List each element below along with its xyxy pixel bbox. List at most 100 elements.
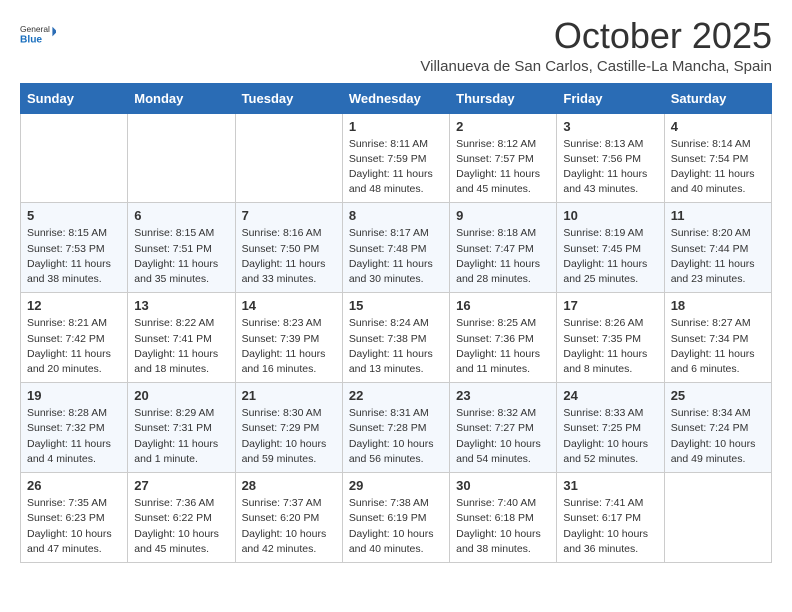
day-cell-2: 2 Sunrise: 8:12 AM Sunset: 7:57 PM Daylig… (450, 113, 557, 203)
day-info: Sunrise: 8:18 AM Sunset: 7:47 PM Dayligh… (456, 226, 550, 287)
empty-cell (235, 113, 342, 203)
day-info: Sunrise: 8:15 AM Sunset: 7:51 PM Dayligh… (134, 226, 228, 287)
day-cell-13: 13Sunrise: 8:22 AM Sunset: 7:41 PM Dayli… (128, 293, 235, 383)
day-info: Sunrise: 8:15 AM Sunset: 7:53 PM Dayligh… (27, 226, 121, 287)
day-cell-15: 15 Sunrise: 8:24 AM Sunset: 7:38 PM Dayli… (342, 293, 449, 383)
week-row-2: 5 Sunrise: 8:15 AM Sunset: 7:53 PM Daylig… (21, 203, 772, 293)
day-info: Sunrise: 8:27 AM Sunset: 7:34 PM Dayligh… (671, 316, 765, 377)
day-info: Sunrise: 8:34 AM Sunset: 7:24 PM Dayligh… (671, 406, 765, 467)
day-info: Sunrise: 8:29 AM Sunset: 7:31 PM Dayligh… (134, 406, 228, 467)
day-number: 28 (242, 478, 336, 493)
day-cell-31: 31 Sunrise: 7:41 AM Sunset: 6:17 PM Dayli… (557, 473, 664, 563)
day-info: Sunrise: 7:37 AM Sunset: 6:20 PM Dayligh… (242, 496, 336, 557)
day-number: 10 (563, 208, 657, 223)
week-row-5: 26 Sunrise: 7:35 AM Sunset: 6:23 PM Dayli… (21, 473, 772, 563)
day-number: 13 (134, 298, 228, 313)
day-number: 12 (27, 298, 121, 313)
day-info: Sunrise: 8:11 AM Sunset: 7:59 PM Dayligh… (349, 137, 443, 198)
day-number: 14 (242, 298, 336, 313)
day-info: Sunrise: 8:33 AM Sunset: 7:25 PM Dayligh… (563, 406, 657, 467)
day-number: 5 (27, 208, 121, 223)
day-cell-28: 28 Sunrise: 7:37 AM Sunset: 6:20 PM Dayli… (235, 473, 342, 563)
day-cell-12: 12 Sunrise: 8:21 AM Sunset: 7:42 PM Dayli… (21, 293, 128, 383)
day-number: 7 (242, 208, 336, 223)
day-number: 30 (456, 478, 550, 493)
day-number: 19 (27, 388, 121, 403)
day-cell-1: 1 Sunrise: 8:11 AM Sunset: 7:59 PM Daylig… (342, 113, 449, 203)
day-info: Sunrise: 8:19 AM Sunset: 7:45 PM Dayligh… (563, 226, 657, 287)
day-info: Sunrise: 8:14 AM Sunset: 7:54 PM Dayligh… (671, 137, 765, 198)
day-info: Sunrise: 8:26 AM Sunset: 7:35 PM Dayligh… (563, 316, 657, 377)
weekday-header-wednesday: Wednesday (342, 83, 449, 113)
day-cell-23: 23Sunrise: 8:32 AM Sunset: 7:27 PM Dayli… (450, 383, 557, 473)
day-info: Sunrise: 8:28 AM Sunset: 7:32 PM Dayligh… (27, 406, 121, 467)
day-number: 22 (349, 388, 443, 403)
day-info: Sunrise: 8:32 AM Sunset: 7:27 PM Dayligh… (456, 406, 550, 467)
location: Villanueva de San Carlos, Castille-La Ma… (420, 58, 772, 75)
day-cell-22: 22 Sunrise: 8:31 AM Sunset: 7:28 PM Dayli… (342, 383, 449, 473)
svg-text:General: General (20, 24, 50, 34)
day-info: Sunrise: 8:12 AM Sunset: 7:57 PM Dayligh… (456, 137, 550, 198)
day-info: Sunrise: 8:23 AM Sunset: 7:39 PM Dayligh… (242, 316, 336, 377)
day-cell-17: 17Sunrise: 8:26 AM Sunset: 7:35 PM Dayli… (557, 293, 664, 383)
day-cell-11: 11Sunrise: 8:20 AM Sunset: 7:44 PM Dayli… (664, 203, 771, 293)
day-info: Sunrise: 7:35 AM Sunset: 6:23 PM Dayligh… (27, 496, 121, 557)
day-cell-5: 5 Sunrise: 8:15 AM Sunset: 7:53 PM Daylig… (21, 203, 128, 293)
day-number: 18 (671, 298, 765, 313)
day-info: Sunrise: 8:21 AM Sunset: 7:42 PM Dayligh… (27, 316, 121, 377)
day-number: 11 (671, 208, 765, 223)
day-info: Sunrise: 7:36 AM Sunset: 6:22 PM Dayligh… (134, 496, 228, 557)
day-info: Sunrise: 7:41 AM Sunset: 6:17 PM Dayligh… (563, 496, 657, 557)
day-number: 27 (134, 478, 228, 493)
svg-text:Blue: Blue (20, 34, 42, 45)
day-cell-19: 19 Sunrise: 8:28 AM Sunset: 7:32 PM Dayli… (21, 383, 128, 473)
day-number: 31 (563, 478, 657, 493)
header: General Blue October 2025 Villanueva de … (20, 16, 772, 75)
day-info: Sunrise: 8:24 AM Sunset: 7:38 PM Dayligh… (349, 316, 443, 377)
day-number: 24 (563, 388, 657, 403)
logo-svg: General Blue (20, 16, 56, 52)
day-cell-21: 21Sunrise: 8:30 AM Sunset: 7:29 PM Dayli… (235, 383, 342, 473)
month-title: October 2025 (420, 16, 772, 56)
day-number: 15 (349, 298, 443, 313)
day-cell-18: 18 Sunrise: 8:27 AM Sunset: 7:34 PM Dayli… (664, 293, 771, 383)
day-info: Sunrise: 8:16 AM Sunset: 7:50 PM Dayligh… (242, 226, 336, 287)
day-number: 25 (671, 388, 765, 403)
day-info: Sunrise: 8:31 AM Sunset: 7:28 PM Dayligh… (349, 406, 443, 467)
page: General Blue October 2025 Villanueva de … (0, 0, 792, 579)
empty-cell (21, 113, 128, 203)
day-cell-10: 10 Sunrise: 8:19 AM Sunset: 7:45 PM Dayli… (557, 203, 664, 293)
weekday-header-thursday: Thursday (450, 83, 557, 113)
day-cell-20: 20Sunrise: 8:29 AM Sunset: 7:31 PM Dayli… (128, 383, 235, 473)
calendar-table: SundayMondayTuesdayWednesdayThursdayFrid… (20, 83, 772, 563)
day-number: 3 (563, 119, 657, 134)
empty-cell (664, 473, 771, 563)
day-number: 26 (27, 478, 121, 493)
empty-cell (128, 113, 235, 203)
day-info: Sunrise: 7:38 AM Sunset: 6:19 PM Dayligh… (349, 496, 443, 557)
day-number: 1 (349, 119, 443, 134)
day-number: 29 (349, 478, 443, 493)
day-cell-24: 24 Sunrise: 8:33 AM Sunset: 7:25 PM Dayli… (557, 383, 664, 473)
day-cell-3: 3 Sunrise: 8:13 AM Sunset: 7:56 PM Daylig… (557, 113, 664, 203)
day-number: 9 (456, 208, 550, 223)
day-cell-25: 25 Sunrise: 8:34 AM Sunset: 7:24 PM Dayli… (664, 383, 771, 473)
week-row-4: 19 Sunrise: 8:28 AM Sunset: 7:32 PM Dayli… (21, 383, 772, 473)
day-cell-9: 9 Sunrise: 8:18 AM Sunset: 7:47 PM Daylig… (450, 203, 557, 293)
day-number: 6 (134, 208, 228, 223)
weekday-header-tuesday: Tuesday (235, 83, 342, 113)
day-info: Sunrise: 7:40 AM Sunset: 6:18 PM Dayligh… (456, 496, 550, 557)
day-number: 8 (349, 208, 443, 223)
week-row-3: 12 Sunrise: 8:21 AM Sunset: 7:42 PM Dayli… (21, 293, 772, 383)
day-cell-14: 14 Sunrise: 8:23 AM Sunset: 7:39 PM Dayli… (235, 293, 342, 383)
day-cell-16: 16Sunrise: 8:25 AM Sunset: 7:36 PM Dayli… (450, 293, 557, 383)
weekday-header-saturday: Saturday (664, 83, 771, 113)
day-cell-26: 26 Sunrise: 7:35 AM Sunset: 6:23 PM Dayli… (21, 473, 128, 563)
title-block: October 2025 Villanueva de San Carlos, C… (420, 16, 772, 75)
day-number: 2 (456, 119, 550, 134)
day-info: Sunrise: 8:25 AM Sunset: 7:36 PM Dayligh… (456, 316, 550, 377)
week-row-1: 1 Sunrise: 8:11 AM Sunset: 7:59 PM Daylig… (21, 113, 772, 203)
day-info: Sunrise: 8:13 AM Sunset: 7:56 PM Dayligh… (563, 137, 657, 198)
logo: General Blue (20, 16, 56, 52)
day-cell-27: 27 Sunrise: 7:36 AM Sunset: 6:22 PM Dayli… (128, 473, 235, 563)
